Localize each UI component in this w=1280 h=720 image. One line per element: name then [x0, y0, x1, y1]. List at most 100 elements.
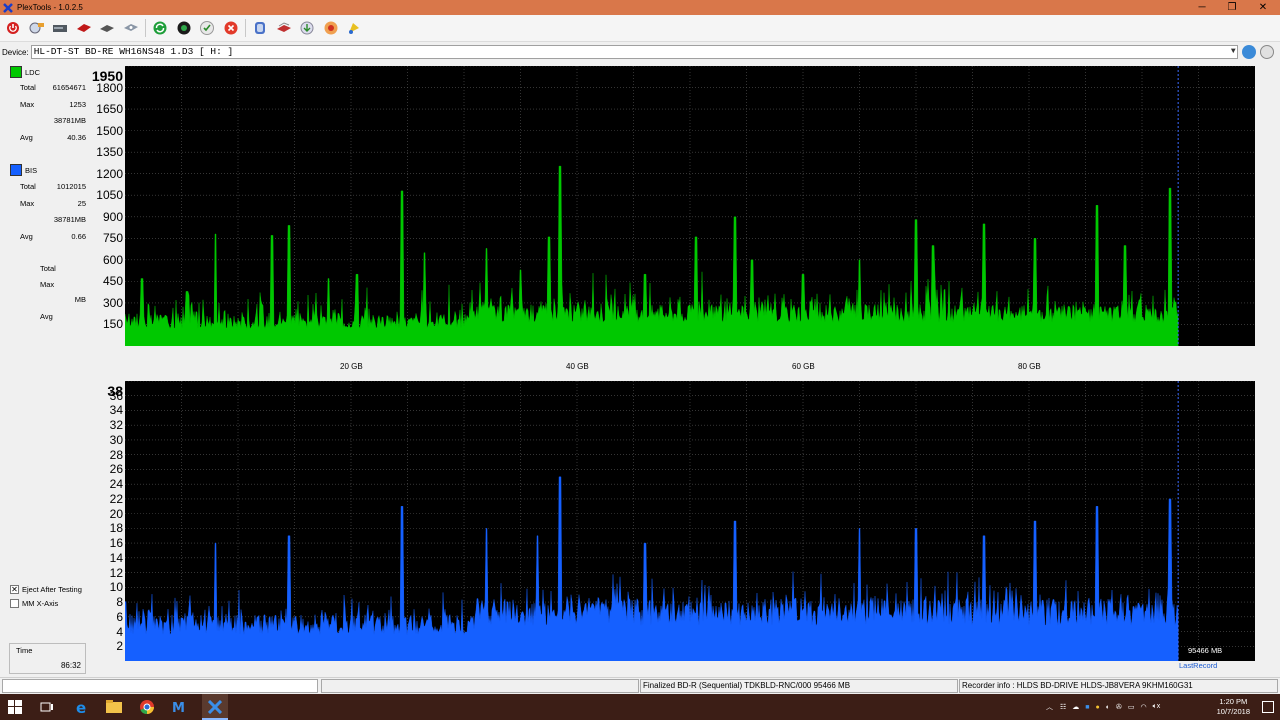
bis-series [125, 476, 1179, 661]
time-box: Time 86:32 [9, 643, 86, 674]
window-title: PlexTools - 1.0.2.5 [17, 3, 83, 12]
y-tick-label: 14 [109, 550, 123, 565]
y-tick-label: 1350 [96, 145, 123, 160]
close-button[interactable]: ✕ [1246, 0, 1280, 15]
y-tick-label: 36 [109, 388, 123, 403]
windows-start-icon[interactable] [5, 697, 25, 717]
disc-icon[interactable] [98, 19, 116, 37]
eject-after-testing-checkbox[interactable]: ✕ Eject After Testing [10, 585, 82, 594]
bis-legend: BIS [10, 164, 37, 176]
clock[interactable]: 1:20 PM 10/7/2018 [1217, 697, 1250, 717]
time-label: Time [16, 646, 33, 655]
y-tick-label: 1200 [96, 166, 123, 181]
x-tick-label: 40 GB [566, 362, 589, 371]
third-max: Max [40, 280, 55, 289]
tray-app3-icon[interactable]: ◐ [1106, 704, 1110, 711]
clock-time: 1:20 PM [1219, 697, 1248, 706]
svg-text:e: e [76, 699, 86, 715]
minimize-button[interactable]: ─ [1185, 0, 1219, 15]
status-field-2 [321, 679, 639, 693]
plextools-logo-icon [3, 2, 13, 13]
toolbar-separator [145, 19, 146, 37]
settings-icon[interactable] [251, 19, 269, 37]
mm-x-axis-checkbox[interactable]: MM X-Axis [10, 599, 58, 608]
end-size-label: 95466 MB [1188, 646, 1223, 655]
device-refresh-icon[interactable] [1241, 45, 1256, 59]
stop-icon[interactable] [222, 19, 240, 37]
ldc-swatch [10, 66, 22, 78]
y-tick-label: 150 [102, 317, 123, 332]
y-tick-label: 300 [102, 295, 123, 310]
y-tick-label: 450 [102, 274, 123, 289]
red-disc-icon[interactable] [75, 19, 93, 37]
y-tick-label: 28 [109, 447, 123, 462]
y-tick-label: 1500 [96, 123, 123, 138]
device-select[interactable]: HL-DT-ST BD-RE WH16NS48 1.D3 [ H: ] ▼ [30, 45, 1238, 59]
chevron-down-icon: ▼ [1230, 47, 1236, 56]
y-tick-label: 34 [109, 403, 123, 418]
ldc-total: Total 61654671 [20, 83, 86, 92]
volume-icon[interactable]: 🔈︎x [1153, 703, 1161, 711]
bis-max: Max 25 [20, 199, 86, 208]
mm-checkbox-box[interactable] [10, 599, 19, 608]
y-tick-label: 22 [109, 491, 123, 506]
burn-icon[interactable] [322, 19, 340, 37]
y-tick-label: 12 [109, 565, 123, 580]
stats-panel: LDC Total 61654671 Max 1253 38781MB Avg 40.… [0, 61, 89, 676]
tray-app4-icon[interactable]: ✇ [1116, 703, 1122, 711]
chevron-up-icon[interactable]: ︿ [1046, 702, 1053, 712]
battery-icon[interactable]: ▭ [1128, 703, 1135, 711]
mail-icon[interactable]: M [170, 697, 190, 717]
ldc-avg: Avg 40.36 [20, 133, 86, 142]
wifi-icon[interactable]: ◠ [1140, 703, 1146, 711]
task-view-icon[interactable] [37, 697, 57, 717]
ldc-max: Max 1253 [20, 100, 86, 109]
cd-tool-icon[interactable] [28, 19, 46, 37]
refresh-icon[interactable] [151, 19, 169, 37]
tray-app-icon[interactable]: ■ [1085, 704, 1089, 711]
third-avg: Avg [40, 312, 53, 321]
notification-icon[interactable] [1262, 701, 1274, 713]
y-tick-label: 16 [109, 536, 123, 551]
plextools-taskbar-icon[interactable] [202, 694, 228, 720]
disc-tray-icon[interactable] [122, 19, 140, 37]
toolbar-separator [245, 19, 246, 37]
people-icon[interactable]: ☷ [1060, 703, 1066, 711]
chrome-icon[interactable] [137, 697, 157, 717]
network-icon[interactable]: ☁ [1072, 703, 1079, 711]
y-tick-label: 10 [109, 580, 123, 595]
ldc-legend: LDC [10, 66, 40, 78]
drive-icon[interactable] [51, 19, 69, 37]
last-record-label: LastRecord [1179, 661, 1218, 670]
bis-chart [125, 381, 1255, 661]
bis-swatch [10, 164, 22, 176]
eject-checkbox-box[interactable]: ✕ [10, 585, 19, 594]
explorer-icon[interactable] [104, 697, 124, 717]
y-tick-label: 32 [109, 418, 123, 433]
globe-icon[interactable] [175, 19, 193, 37]
ldc-chart [125, 66, 1255, 346]
y-tick-label: 20 [109, 506, 123, 521]
eject-icon[interactable] [1259, 45, 1274, 59]
y-tick-label: 4 [116, 624, 123, 639]
time-value: 86:32 [60, 661, 81, 670]
bis-label: BIS [25, 165, 38, 175]
restore-button[interactable]: ❐ [1215, 0, 1249, 15]
svg-text:M: M [172, 701, 185, 713]
power-icon[interactable] [4, 19, 22, 37]
help-icon[interactable] [345, 19, 363, 37]
y-tick-label: 8 [116, 595, 123, 610]
recorder-info: Recorder info : HLDS BD-DRIVE HLDS-JB8VE… [959, 679, 1278, 693]
title-bar: PlexTools - 1.0.2.5 ─ ❐ ✕ [0, 0, 1280, 15]
copy-icon[interactable] [275, 19, 293, 37]
export-icon[interactable] [298, 19, 316, 37]
tray-app2-icon[interactable]: ● [1096, 704, 1100, 711]
system-tray: ︿ ☷ ☁ ■ ● ◐ ✇ ▭ ◠ 🔈︎x [1046, 694, 1160, 720]
y-tick-label: 2 [116, 639, 123, 654]
check-icon[interactable] [198, 19, 216, 37]
edge-icon[interactable]: e [72, 697, 92, 717]
y-tick-label: 18 [109, 521, 123, 536]
disc-info: Finalized BD-R (Sequential) TDKBLD-RNC/0… [640, 679, 958, 693]
taskbar: e M ︿ ☷ ☁ ■ ● ◐ ✇ ▭ ◠ 🔈︎x 1:20 PM 10/7/2… [0, 694, 1280, 720]
x-tick-label: 20 GB [340, 362, 363, 371]
